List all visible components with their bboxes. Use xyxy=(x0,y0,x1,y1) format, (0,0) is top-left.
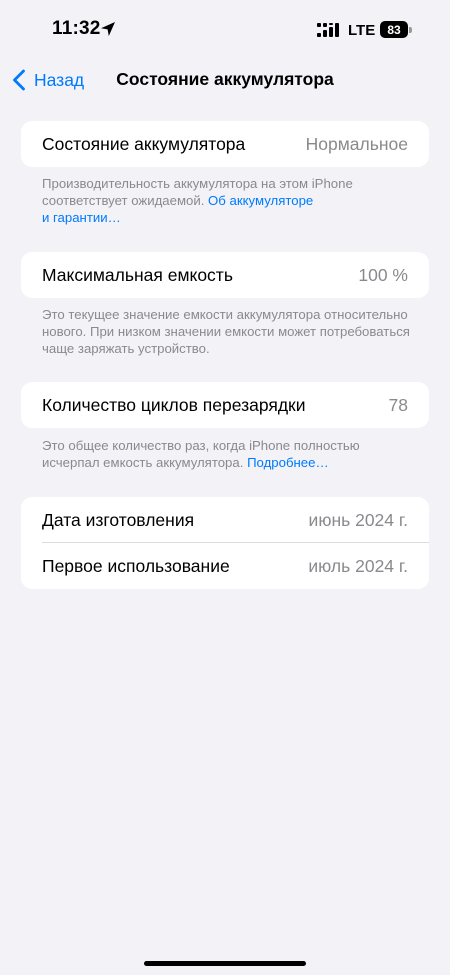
status-time: 11:32 xyxy=(52,18,101,39)
battery-health-label: Состояние аккумулятора xyxy=(42,133,246,154)
about-battery-link[interactable]: Об аккумуляторе xyxy=(208,193,313,208)
first-use-row: Первое использование июль 2024 г. xyxy=(21,543,429,589)
manufacture-date-value: июнь 2024 г. xyxy=(308,509,408,530)
battery-level-text: 83 xyxy=(387,22,401,37)
cycle-count-value: 78 xyxy=(388,394,408,415)
battery-cap xyxy=(409,26,412,33)
max-capacity-label: Максимальная емкость xyxy=(42,264,233,285)
manufacture-date-row: Дата изготовления июнь 2024 г. xyxy=(21,497,429,543)
manufacture-date-label: Дата изготовления xyxy=(42,509,195,530)
max-capacity-group: Максимальная емкость 100 % xyxy=(21,252,429,298)
learn-more-link[interactable]: Подробнее… xyxy=(247,455,329,470)
battery-health-group: Состояние аккумулятора Нормальное xyxy=(21,121,429,167)
battery-health-value: Нормальное xyxy=(305,133,408,154)
home-indicator[interactable] xyxy=(144,961,306,966)
max-capacity-footnote: Это текущее значение емкости аккумулятор… xyxy=(42,307,410,356)
status-bar: 11:32 LTE 83 xyxy=(0,0,450,60)
first-use-value: июль 2024 г. xyxy=(308,555,408,576)
cycle-count-row: Количество циклов перезарядки 78 xyxy=(21,382,429,428)
warranty-link[interactable]: и гарантии… xyxy=(42,210,121,225)
max-capacity-value: 100 % xyxy=(358,264,408,285)
first-use-label: Первое использование xyxy=(42,555,230,576)
location-arrow-icon xyxy=(101,22,115,36)
cycle-count-footnote: Это общее количество раз, когда iPhone п… xyxy=(42,437,412,471)
cycle-count-label: Количество циклов перезарядки xyxy=(42,394,306,415)
battery-health-row: Состояние аккумулятора Нормальное xyxy=(21,121,429,167)
cellular-signal-icon xyxy=(317,23,339,37)
battery-health-footnote: Производительность аккумулятора на этом … xyxy=(42,175,412,226)
max-capacity-row: Максимальная емкость 100 % xyxy=(21,252,429,298)
battery-body: 83 xyxy=(380,21,408,38)
navigation-bar: Назад Состояние аккумулятора xyxy=(0,60,450,100)
dates-group: Дата изготовления июнь 2024 г. Первое ис… xyxy=(21,497,429,589)
battery-icon: 83 xyxy=(380,21,412,38)
page-title: Состояние аккумулятора xyxy=(116,69,334,89)
cycle-count-group: Количество циклов перезарядки 78 xyxy=(21,382,429,428)
network-type-label: LTE xyxy=(348,22,376,39)
